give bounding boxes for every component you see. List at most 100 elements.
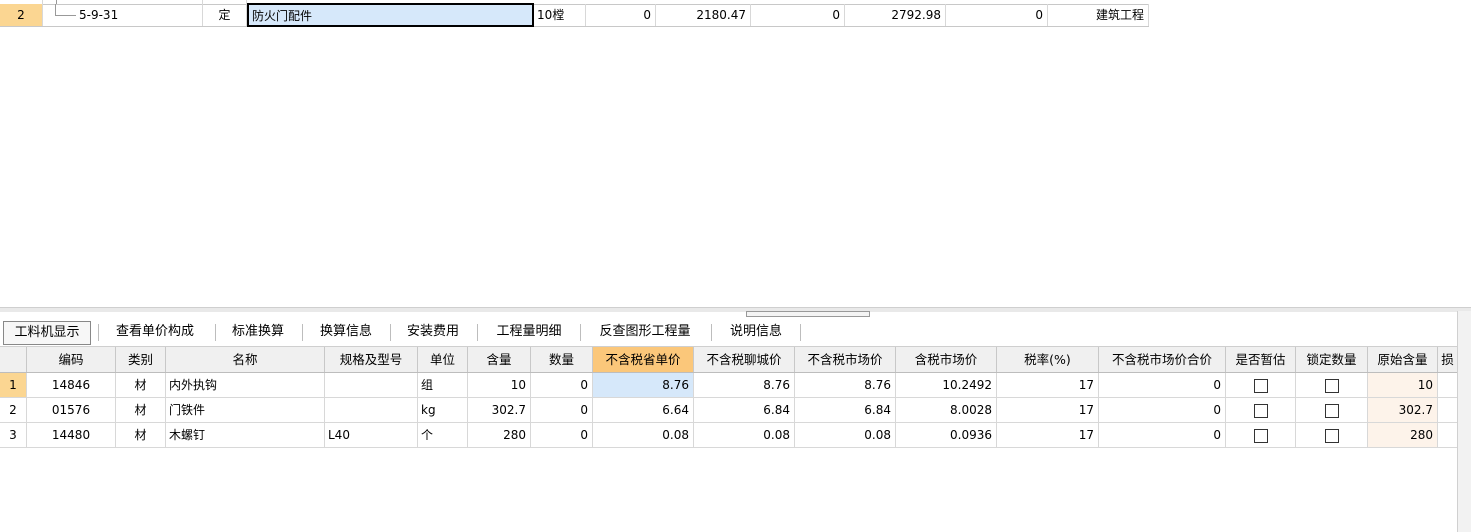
value-cell-5[interactable]: 0: [946, 4, 1048, 26]
provincial-price-cell[interactable]: 0.08: [593, 423, 694, 447]
provisional-checkbox[interactable]: [1253, 378, 1268, 393]
header-unit[interactable]: 单位: [418, 347, 468, 372]
splitter-grip-icon[interactable]: [746, 311, 870, 317]
unit-cell[interactable]: 个: [418, 423, 468, 447]
value-cell-4[interactable]: 2792.98: [845, 4, 946, 26]
tab-labor-material-machine[interactable]: 工料机显示: [3, 321, 91, 345]
market-total-cell[interactable]: 0: [1099, 423, 1226, 447]
tax-rate-cell[interactable]: 17: [997, 373, 1099, 397]
loss-cell[interactable]: [1438, 373, 1457, 397]
market-total-cell[interactable]: 0: [1099, 398, 1226, 422]
tab-graphic-quantity-lookup[interactable]: 反查图形工程量: [586, 321, 704, 343]
tax-market-price-cell[interactable]: 8.0028: [896, 398, 997, 422]
tax-market-price-cell[interactable]: 0.0936: [896, 423, 997, 447]
table-row[interactable]: 1 14846 材 内外执钩 组 10 0 8.76 8.76 8.76 10.…: [0, 373, 1457, 398]
value-cell-3[interactable]: 0: [751, 4, 845, 26]
content-cell[interactable]: 280: [468, 423, 531, 447]
provisional-checkbox[interactable]: [1253, 428, 1268, 443]
tab-standard-conversion[interactable]: 标准换算: [222, 321, 294, 343]
spec-cell[interactable]: [325, 373, 418, 397]
header-spec[interactable]: 规格及型号: [325, 347, 418, 372]
provisional-checkbox[interactable]: [1253, 403, 1268, 418]
market-price-cell[interactable]: 8.76: [795, 373, 896, 397]
name-cell[interactable]: 门铁件: [166, 398, 325, 422]
panel-splitter[interactable]: [0, 307, 1471, 312]
unit-cell[interactable]: kg: [418, 398, 468, 422]
row-number[interactable]: 3: [0, 423, 27, 447]
original-content-cell[interactable]: 10: [1368, 373, 1438, 397]
liaocheng-price-cell[interactable]: 8.76: [694, 373, 795, 397]
quantity-cell[interactable]: 0: [531, 398, 593, 422]
table-row[interactable]: 3 14480 材 木螺钉 L40 个 280 0 0.08 0.08 0.08…: [0, 423, 1457, 448]
quantity-cell[interactable]: 0: [531, 373, 593, 397]
type-cell[interactable]: 材: [116, 373, 166, 397]
header-market-price[interactable]: 不含税市场价: [795, 347, 896, 372]
name-edit-cell[interactable]: 防火门配件: [247, 3, 534, 27]
header-lock-qty[interactable]: 锁定数量: [1296, 347, 1368, 372]
value-cell-2[interactable]: 2180.47: [656, 4, 751, 26]
liaocheng-price-cell[interactable]: 6.84: [694, 398, 795, 422]
content-cell[interactable]: 302.7: [468, 398, 531, 422]
category-cell[interactable]: 建筑工程: [1048, 4, 1149, 26]
header-code[interactable]: 编码: [27, 347, 116, 372]
header-name[interactable]: 名称: [166, 347, 325, 372]
code-cell[interactable]: 5-9-31: [43, 4, 203, 26]
lock-qty-checkbox[interactable]: [1324, 403, 1339, 418]
quantity-cell[interactable]: 0: [531, 423, 593, 447]
unit-cell[interactable]: 组: [418, 373, 468, 397]
vertical-scrollbar[interactable]: [1457, 311, 1471, 532]
type-cell[interactable]: 材: [116, 423, 166, 447]
type-cell[interactable]: 定: [203, 4, 247, 26]
header-liaocheng-price[interactable]: 不含税聊城价: [694, 347, 795, 372]
header-content[interactable]: 含量: [468, 347, 531, 372]
market-price-cell[interactable]: 0.08: [795, 423, 896, 447]
row-number[interactable]: 1: [0, 373, 27, 397]
header-original-content[interactable]: 原始含量: [1368, 347, 1438, 372]
header-tax-rate[interactable]: 税率(%): [997, 347, 1099, 372]
lock-qty-checkbox[interactable]: [1324, 378, 1339, 393]
liaocheng-price-cell[interactable]: 0.08: [694, 423, 795, 447]
tab-unit-price-composition[interactable]: 查看单价构成: [103, 321, 207, 343]
content-cell[interactable]: 10: [468, 373, 531, 397]
unit-cell[interactable]: 10樘: [534, 4, 586, 26]
header-loss[interactable]: 损: [1438, 347, 1457, 372]
spec-cell[interactable]: L40: [325, 423, 418, 447]
header-provincial-price[interactable]: 不含税省单价: [593, 347, 694, 372]
loss-cell[interactable]: [1438, 398, 1457, 422]
provisional-cell: [1226, 398, 1296, 422]
tab-conversion-info[interactable]: 换算信息: [309, 321, 383, 343]
grid-header: 编码 类别 名称 规格及型号 单位 含量 数量 不含税省单价 不含税聊城价 不含…: [0, 347, 1457, 373]
resource-grid: 编码 类别 名称 规格及型号 单位 含量 数量 不含税省单价 不含税聊城价 不含…: [0, 347, 1457, 532]
loss-cell[interactable]: [1438, 423, 1457, 447]
top-table-row[interactable]: 2 5-9-31 定 防火门配件 10樘 0 2180.47 0 2792.98…: [0, 3, 1149, 27]
tax-market-price-cell[interactable]: 10.2492: [896, 373, 997, 397]
header-provisional[interactable]: 是否暂估: [1226, 347, 1296, 372]
header-quantity[interactable]: 数量: [531, 347, 593, 372]
original-content-cell[interactable]: 280: [1368, 423, 1438, 447]
row-number[interactable]: 2: [0, 398, 27, 422]
code-cell[interactable]: 14480: [27, 423, 116, 447]
provincial-price-cell[interactable]: 8.76: [593, 373, 694, 397]
row-number[interactable]: 2: [0, 4, 43, 26]
tab-description-info[interactable]: 说明信息: [718, 321, 794, 343]
table-row[interactable]: 2 01576 材 门铁件 kg 302.7 0 6.64 6.84 6.84 …: [0, 398, 1457, 423]
header-market-total[interactable]: 不含税市场价合价: [1099, 347, 1226, 372]
name-cell[interactable]: 木螺钉: [166, 423, 325, 447]
provincial-price-cell[interactable]: 6.64: [593, 398, 694, 422]
tab-quantity-details[interactable]: 工程量明细: [484, 321, 574, 343]
lock-qty-checkbox[interactable]: [1324, 428, 1339, 443]
code-cell[interactable]: 14846: [27, 373, 116, 397]
spec-cell[interactable]: [325, 398, 418, 422]
type-cell[interactable]: 材: [116, 398, 166, 422]
market-price-cell[interactable]: 6.84: [795, 398, 896, 422]
code-cell[interactable]: 01576: [27, 398, 116, 422]
header-type[interactable]: 类别: [116, 347, 166, 372]
value-cell-1[interactable]: 0: [586, 4, 656, 26]
header-tax-market-price[interactable]: 含税市场价: [896, 347, 997, 372]
original-content-cell[interactable]: 302.7: [1368, 398, 1438, 422]
tax-rate-cell[interactable]: 17: [997, 398, 1099, 422]
tab-installation-fees[interactable]: 安装费用: [396, 321, 470, 343]
tax-rate-cell[interactable]: 17: [997, 423, 1099, 447]
market-total-cell[interactable]: 0: [1099, 373, 1226, 397]
name-cell[interactable]: 内外执钩: [166, 373, 325, 397]
